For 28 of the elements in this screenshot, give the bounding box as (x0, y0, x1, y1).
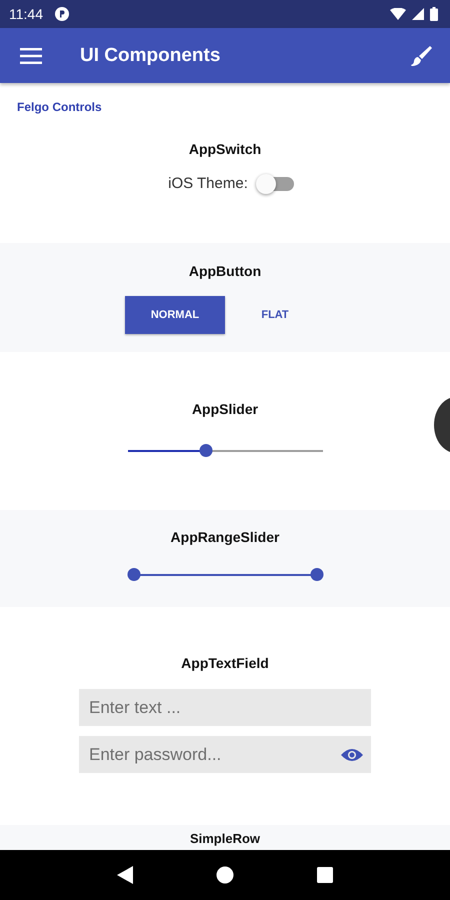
section-title: AppButton (188, 263, 262, 279)
battery-icon (430, 7, 438, 21)
section-header: Felgo Controls (17, 100, 102, 114)
status-time: 11:44 (9, 6, 43, 22)
section-title: AppSwitch (188, 141, 262, 157)
section-title: SimpleRow (190, 831, 260, 846)
text-field[interactable]: Enter text ... (79, 689, 371, 726)
section-title: AppSlider (192, 401, 258, 417)
recents-icon[interactable] (317, 867, 334, 883)
flat-button[interactable]: FLAT (225, 296, 325, 334)
wifi-icon (390, 8, 406, 20)
app-title: UI Components (80, 44, 220, 66)
toggle-switch[interactable] (258, 176, 294, 190)
slider-thumb[interactable] (310, 568, 323, 581)
password-field[interactable]: Enter password... (79, 736, 371, 773)
menu-icon[interactable] (20, 48, 42, 64)
normal-button[interactable]: NORMAL (125, 296, 225, 334)
back-icon[interactable] (116, 866, 133, 884)
eye-icon[interactable] (341, 748, 363, 762)
signal-icon (412, 8, 424, 20)
switch-label: iOS Theme: (168, 175, 248, 192)
slider-thumb[interactable] (127, 568, 140, 581)
home-icon[interactable] (216, 866, 234, 884)
paintbrush-icon[interactable] (410, 44, 432, 66)
notification-icon (55, 7, 69, 21)
slider-thumb[interactable] (199, 444, 212, 457)
section-title: AppTextField (181, 655, 269, 671)
section-title: AppRangeSlider (170, 529, 280, 545)
